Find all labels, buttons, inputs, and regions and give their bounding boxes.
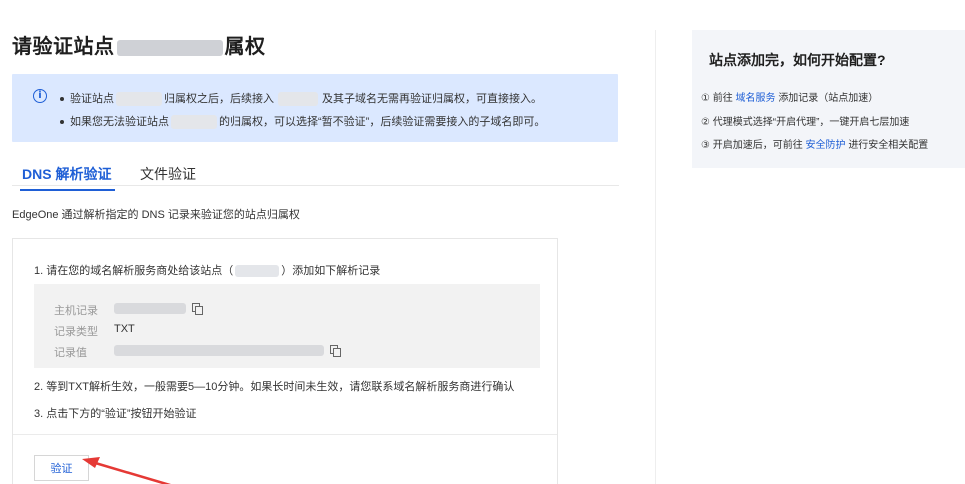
bullet	[60, 120, 64, 125]
dns-verify-card: 1. 请在您的域名解析服务商处给该站点（ ）添加如下解析记录 主机记录 记录类型 …	[12, 238, 558, 484]
info-alert: i 验证站点 归属权之后，后续接入 及其子域名无需再验证归属权，可直接接入。 如果您…	[12, 74, 618, 142]
alert-text: 验证站点	[70, 93, 114, 105]
verification-tabs: DNS 解析验证 文件验证	[12, 160, 619, 191]
info-icon: i	[33, 89, 47, 103]
alert-line-1: 验证站点 归属权之后，后续接入 及其子域名无需再验证归属权，可直接接入。	[60, 90, 542, 107]
host-value	[114, 302, 203, 316]
title-suffix: 属权	[224, 36, 266, 58]
copy-icon[interactable]	[330, 345, 341, 358]
guide-text: ① 前往	[701, 93, 733, 104]
copy-icon[interactable]	[192, 303, 203, 316]
verification-description: EdgeOne 通过解析指定的 DNS 记录来验证您的站点归属权	[12, 209, 300, 221]
alert-text: 如果您无法验证站点	[70, 116, 169, 128]
redacted-host	[114, 302, 186, 314]
guide-step-3: ③ 开启加速后，可前往 安全防护 进行安全相关配置	[701, 136, 928, 151]
config-guide-title: 站点添加完，如何开始配置?	[709, 52, 886, 68]
type-value: TXT	[114, 323, 135, 335]
dns-record-box: 主机记录 记录类型 TXT 记录值	[34, 284, 540, 368]
domain-service-link[interactable]: 域名服务	[736, 93, 776, 104]
redacted-domain	[171, 115, 217, 130]
redacted-domain	[278, 92, 318, 107]
alert-text: 的归属权，可以选择“暂不验证”，后续验证需要接入的子域名即可。	[219, 116, 546, 128]
record-value	[114, 344, 341, 358]
bullet	[60, 97, 64, 102]
annotation-arrow-icon	[82, 457, 171, 484]
redacted-domain	[235, 265, 280, 278]
step-3: 3. 点击下方的“验证”按钮开始验证	[34, 408, 197, 420]
tab-dns-verify[interactable]: DNS 解析验证	[19, 164, 116, 191]
alert-text: 归属权之后，后续接入	[164, 93, 274, 105]
redacted-domain	[116, 39, 223, 56]
title-prefix: 请验证站点	[12, 36, 115, 58]
redacted-record-value	[114, 344, 324, 356]
guide-text: 添加记录（站点加速）	[778, 93, 879, 104]
column-divider	[655, 30, 656, 484]
step-2: 2. 等到TXT解析生效，一般需要5—10分钟。如果长时间未生效，请您联系域名解…	[34, 381, 515, 393]
step-1-text: 1. 请在您的域名解析服务商处给该站点（	[34, 265, 234, 277]
tab-file-verify[interactable]: 文件验证	[140, 164, 196, 184]
card-divider	[13, 434, 557, 435]
guide-text: 进行安全相关配置	[848, 140, 929, 151]
redacted-domain	[116, 92, 162, 107]
config-guide-panel: 站点添加完，如何开始配置? ① 前往 域名服务 添加记录（站点加速） ② 代理模…	[692, 30, 965, 168]
guide-text: ③ 开启加速后，可前往	[701, 140, 803, 151]
guide-step-2: ② 代理模式选择“开启代理”，一键开启七层加速	[701, 117, 910, 128]
alert-line-2: 如果您无法验证站点 的归属权，可以选择“暂不验证”，后续验证需要接入的子域名即可。	[60, 113, 546, 130]
page-title: 请验证站点 属权	[12, 30, 266, 59]
step-1: 1. 请在您的域名解析服务商处给该站点（ ）添加如下解析记录	[34, 262, 380, 278]
step-1-text-end: ）添加如下解析记录	[281, 265, 381, 277]
guide-step-1: ① 前往 域名服务 添加记录（站点加速）	[701, 89, 878, 104]
security-link[interactable]: 安全防护	[806, 140, 846, 151]
alert-text: 及其子域名无需再验证归属权，可直接接入。	[322, 93, 542, 105]
